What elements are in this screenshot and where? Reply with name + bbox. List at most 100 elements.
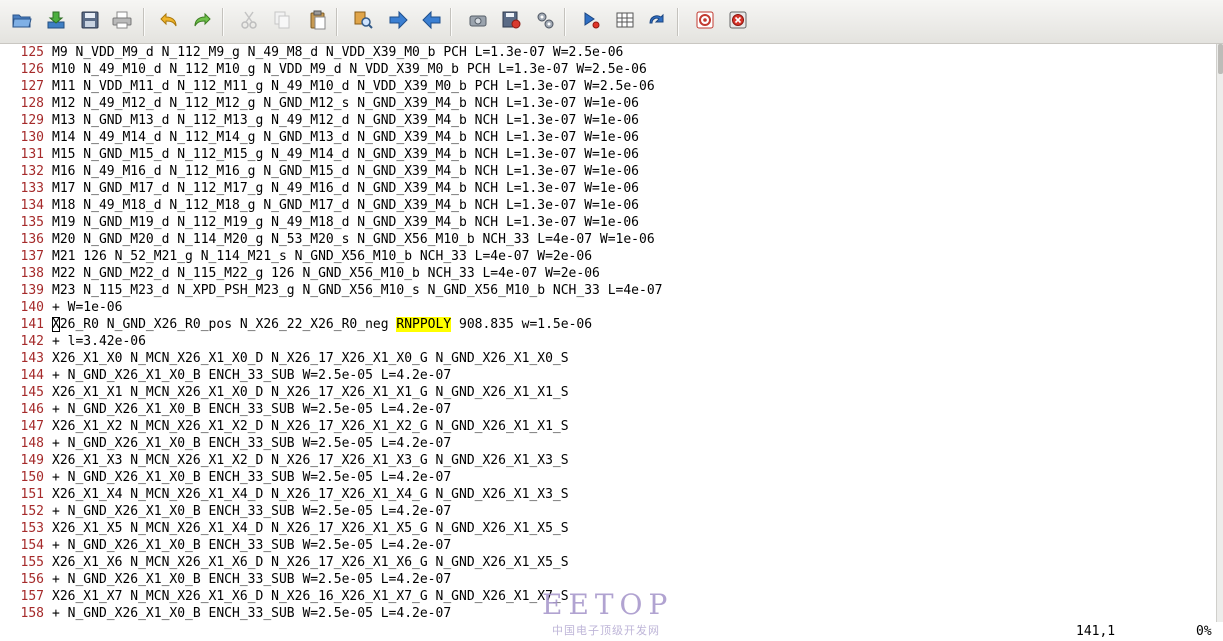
line-number: 134 xyxy=(20,198,44,213)
line-number: 127 xyxy=(20,79,44,94)
line-number: 154 xyxy=(20,538,44,553)
text-cursor: X xyxy=(52,317,60,332)
line-text: M13 N_GND_M13_d N_112_M13_g N_49_M12_d N… xyxy=(52,113,639,128)
line-text: X26_X1_X6 N_MCN_X26_X1_X6_D N_X26_17_X26… xyxy=(52,555,569,570)
settings-button[interactable] xyxy=(531,8,559,36)
help-icon xyxy=(694,9,716,35)
line-text: X26_X1_X4 N_MCN_X26_X1_X4_D N_X26_17_X26… xyxy=(52,487,569,502)
redo-icon xyxy=(191,9,213,35)
toolbar xyxy=(0,0,1223,44)
help-button[interactable] xyxy=(691,8,719,36)
line-text: M22 N_GND_M22_d N_115_M22_g 126 N_GND_X5… xyxy=(52,266,600,281)
line-text: X26_X1_X3 N_MCN_X26_X1_X2_D N_X26_17_X26… xyxy=(52,453,569,468)
cut-button[interactable] xyxy=(235,8,263,36)
line-number: 148 xyxy=(20,436,44,451)
download-icon xyxy=(45,9,67,35)
line-number: 138 xyxy=(20,266,44,281)
redo-arrow-button[interactable] xyxy=(643,8,671,36)
line-text: X26_X1_X0 N_MCN_X26_X1_X0_D N_X26_17_X26… xyxy=(52,351,569,366)
line-number: 155 xyxy=(20,555,44,570)
line-number: 140 xyxy=(20,300,44,315)
status-bar: 141,1 0% xyxy=(0,622,1223,641)
line-number: 145 xyxy=(20,385,44,400)
search-highlight: RNPPOLY xyxy=(396,317,452,332)
line-text: X26_X1_X5 N_MCN_X26_X1_X4_D N_X26_17_X26… xyxy=(52,521,569,536)
scrollbar-thumb[interactable] xyxy=(1218,44,1223,74)
line-text: + N_GND_X26_X1_X0_B ENCH_33_SUB W=2.5e-0… xyxy=(52,368,452,383)
line-number: 146 xyxy=(20,402,44,417)
line-number: 142 xyxy=(20,334,44,349)
paste-icon xyxy=(307,9,329,35)
line-text: M21 126 N_52_M21_g N_114_M21_s N_GND_X56… xyxy=(52,249,593,264)
line-text: M14 N_49_M14_d N_112_M14_g N_GND_M13_d N… xyxy=(52,130,639,145)
toolbar-separator xyxy=(564,8,565,36)
save-session-button[interactable] xyxy=(497,8,525,36)
run-icon xyxy=(580,9,602,35)
line-number: 130 xyxy=(20,130,44,145)
vertical-scrollbar[interactable] xyxy=(1216,44,1223,622)
copy-button[interactable] xyxy=(268,8,296,36)
line-number: 131 xyxy=(20,147,44,162)
line-text: X26_X1_X1 N_MCN_X26_X1_X0_D N_X26_17_X26… xyxy=(52,385,569,400)
line-text: X26_R0 N_GND_X26_R0_pos N_X26_22_X26_R0_… xyxy=(52,316,592,333)
line-text: + N_GND_X26_X1_X0_B ENCH_33_SUB W=2.5e-0… xyxy=(52,572,452,587)
open-folder-icon xyxy=(11,9,33,35)
line-number: 150 xyxy=(20,470,44,485)
line-number: 135 xyxy=(20,215,44,230)
line-number: 157 xyxy=(20,589,44,604)
scroll-percent: 0% xyxy=(1196,624,1212,639)
cursor-position: 141,1 xyxy=(1076,624,1116,639)
line-text: M19 N_GND_M19_d N_112_M19_g N_49_M18_d N… xyxy=(52,215,639,230)
line-text: + N_GND_X26_X1_X0_B ENCH_33_SUB W=2.5e-0… xyxy=(52,436,452,451)
text-editor[interactable]: 125 M9 N_VDD_M9_d N_112_M9_g N_49_M8_d N_… xyxy=(0,44,1216,622)
line-number: 143 xyxy=(20,351,44,366)
settings-icon xyxy=(534,9,556,35)
open-folder-button[interactable] xyxy=(8,8,36,36)
toolbar-separator xyxy=(677,8,678,36)
line-number: 151 xyxy=(20,487,44,502)
cut-icon xyxy=(238,9,260,35)
undo-button[interactable] xyxy=(155,8,183,36)
print-button[interactable] xyxy=(108,8,136,36)
line-number: 133 xyxy=(20,181,44,196)
line-number: 136 xyxy=(20,232,44,247)
toolbar-separator xyxy=(336,8,337,36)
find-replace-icon xyxy=(352,9,374,35)
line-text: X26_X1_X7 N_MCN_X26_X1_X6_D N_X26_16_X26… xyxy=(52,589,569,604)
save-button[interactable] xyxy=(76,8,104,36)
table-icon xyxy=(614,9,636,35)
arrow-right-button[interactable] xyxy=(384,8,412,36)
copy-icon xyxy=(271,9,293,35)
line-number: 158 xyxy=(20,606,44,621)
line-text: M11 N_VDD_M11_d N_112_M11_g N_49_M10_d N… xyxy=(52,79,655,94)
line-text: + l=3.42e-06 xyxy=(52,334,146,349)
build-icon xyxy=(467,9,489,35)
save-session-icon xyxy=(500,9,522,35)
build-button[interactable] xyxy=(464,8,492,36)
download-button[interactable] xyxy=(42,8,70,36)
redo-button[interactable] xyxy=(188,8,216,36)
close-window-button[interactable] xyxy=(724,8,752,36)
line-number: 126 xyxy=(20,62,44,77)
undo-icon xyxy=(158,9,180,35)
line-number: 132 xyxy=(20,164,44,179)
arrow-right-icon xyxy=(387,9,409,35)
line-text: + N_GND_X26_X1_X0_B ENCH_33_SUB W=2.5e-0… xyxy=(52,470,452,485)
run-button[interactable] xyxy=(577,8,605,36)
table-button[interactable] xyxy=(611,8,639,36)
line-number: 128 xyxy=(20,96,44,111)
line-number: 141 xyxy=(20,317,44,332)
line-text: M9 N_VDD_M9_d N_112_M9_g N_49_M8_d N_VDD… xyxy=(52,45,624,60)
line-text: M10 N_49_M10_d N_112_M10_g N_VDD_M9_d N_… xyxy=(52,62,647,77)
line-text: + N_GND_X26_X1_X0_B ENCH_33_SUB W=2.5e-0… xyxy=(52,402,452,417)
print-icon xyxy=(111,9,133,35)
arrow-left-button[interactable] xyxy=(418,8,446,36)
line-text: + N_GND_X26_X1_X0_B ENCH_33_SUB W=2.5e-0… xyxy=(52,504,452,519)
toolbar-separator xyxy=(143,8,144,36)
line-number: 125 xyxy=(20,45,44,60)
find-replace-button[interactable] xyxy=(349,8,377,36)
paste-button[interactable] xyxy=(304,8,332,36)
line-text: M17 N_GND_M17_d N_112_M17_g N_49_M16_d N… xyxy=(52,181,639,196)
line-number: 137 xyxy=(20,249,44,264)
redo-arrow-icon xyxy=(646,9,668,35)
